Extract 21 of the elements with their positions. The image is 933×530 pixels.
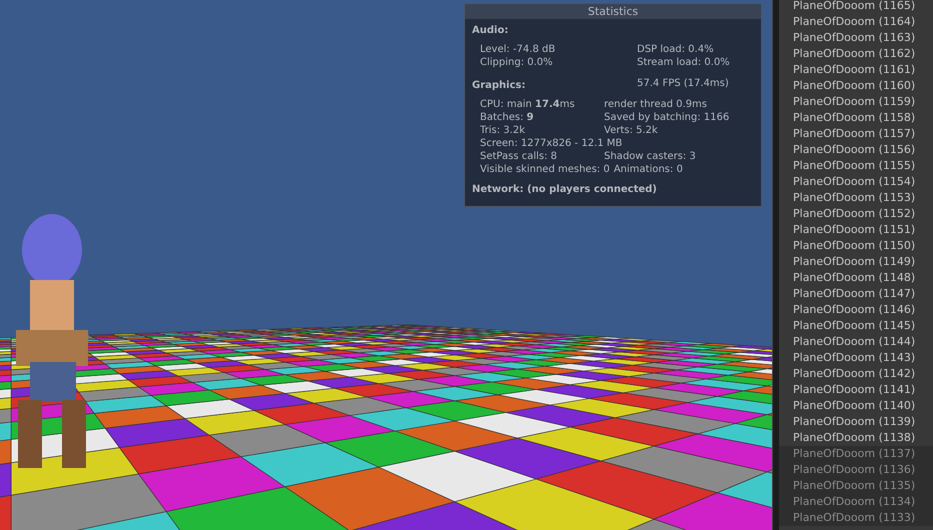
stat-text: Verts: 5.2k [604, 124, 658, 137]
fps-text: 57.4 FPS (17.4ms) [637, 78, 729, 91]
stat-text: Stream load: 0.0% [637, 56, 731, 69]
stat-text: Tris: 3.2k [480, 124, 526, 137]
stat-text: DSP load: 0.4% [637, 43, 715, 56]
stat-text: render thread 0.9ms [604, 98, 707, 111]
stat-text: CPU: main 17.4ms [480, 98, 576, 111]
network-status: Network: (no players connected) [472, 184, 658, 195]
stat-text: Animations: 0 [614, 163, 683, 176]
panel-title: Statistics [465, 4, 761, 19]
stat-text: Visible skinned meshes: 0 [480, 163, 610, 176]
stat-text: Screen: 1277x826 - 12.1 MB [480, 137, 622, 150]
section-heading: Graphics: [472, 79, 526, 93]
section-heading: Audio: [472, 24, 510, 38]
stat-text: Shadow casters: 3 [604, 150, 696, 163]
panel-splitter[interactable] [772, 0, 779, 530]
stat-text: Clipping: 0.0% [480, 56, 554, 69]
stat-text: Level: -74.8 dB [480, 43, 556, 56]
stat-text: SetPass calls: 8 [480, 150, 558, 163]
stat-text: Batches: 9 [480, 111, 535, 124]
stat-text: Saved by batching: 1166 [604, 111, 730, 124]
